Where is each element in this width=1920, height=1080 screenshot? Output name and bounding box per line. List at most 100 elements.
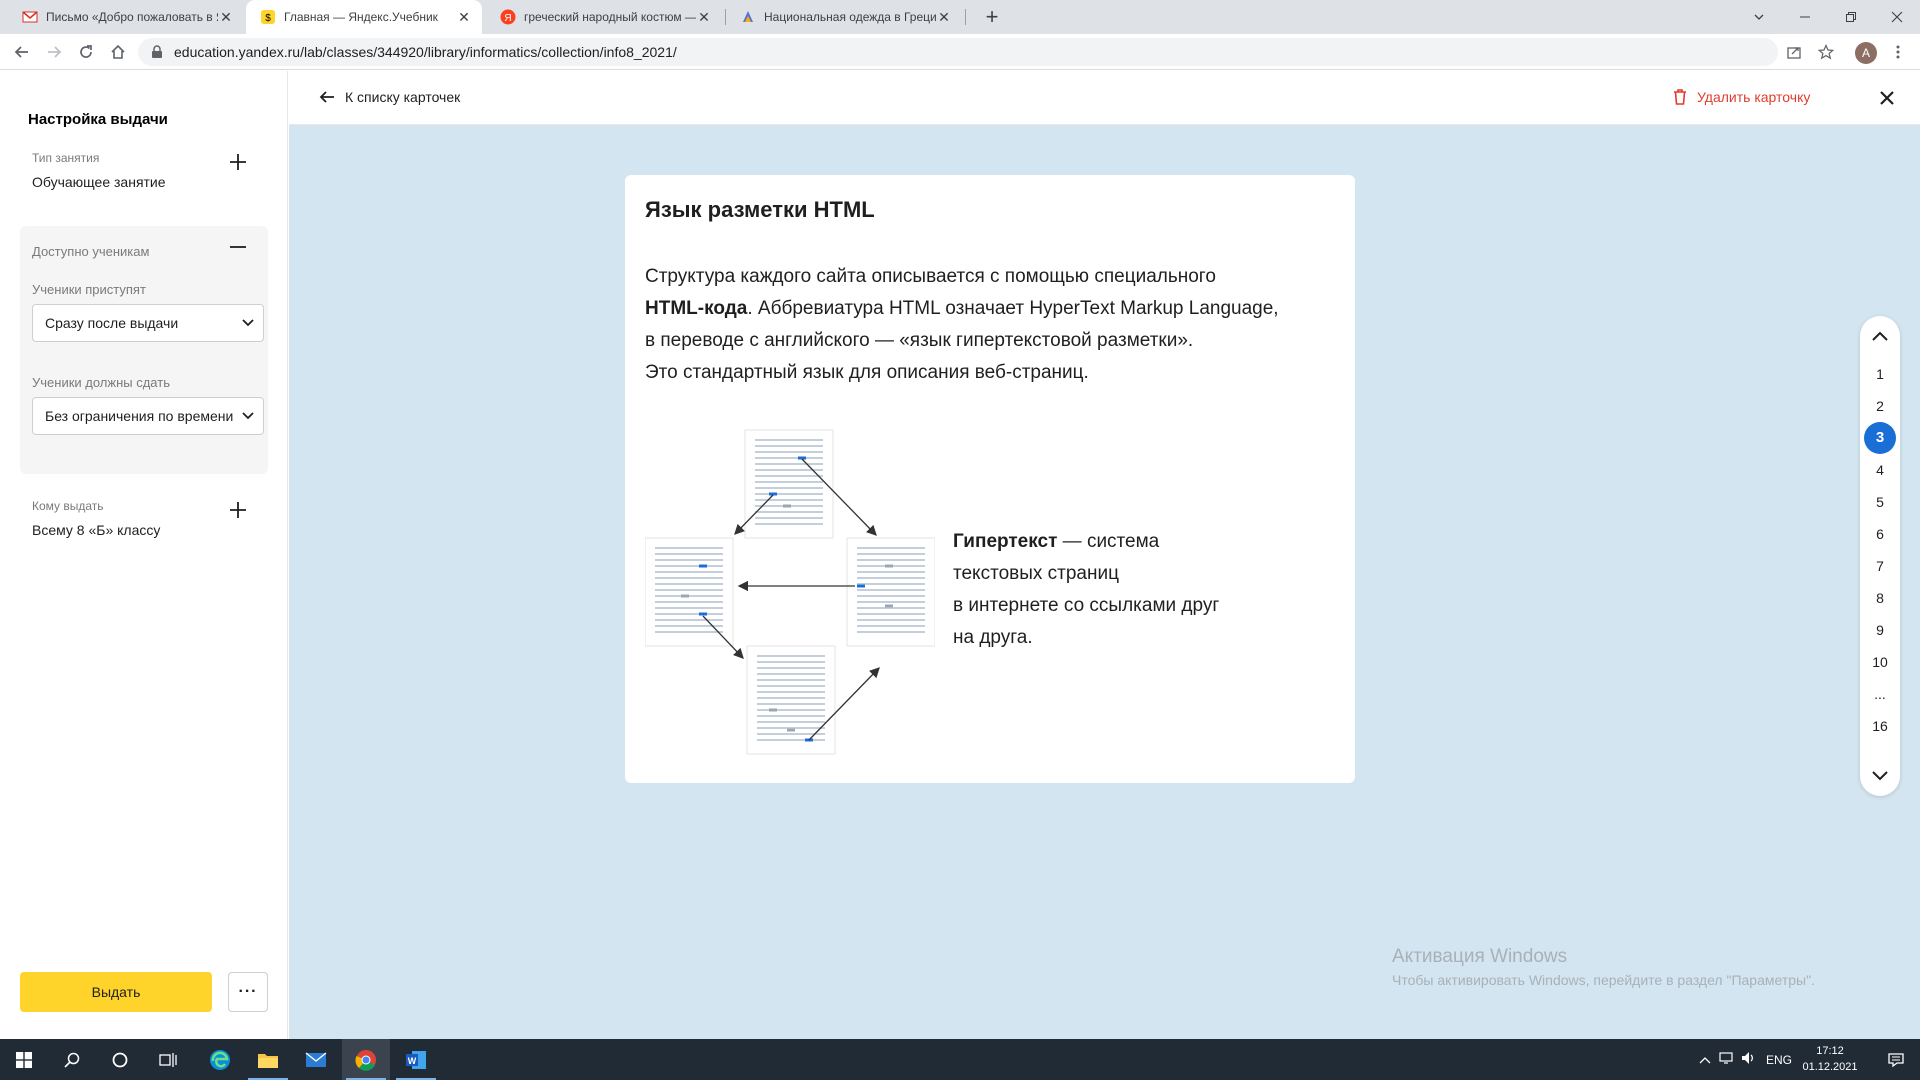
start-label: Ученики приступят [32, 282, 146, 297]
collapse-availability-button[interactable] [226, 238, 250, 262]
edge-icon[interactable] [196, 1039, 244, 1080]
tab-separator [965, 9, 966, 25]
yandex-uchebnik-icon: $ [261, 10, 275, 24]
close-icon[interactable]: ✕ [218, 9, 234, 26]
sidebar-title: Настройка выдачи [28, 111, 168, 128]
windows-activation-subtitle: Чтобы активировать Windows, перейдите в … [1392, 972, 1815, 988]
pager-page-5[interactable]: 5 [1860, 494, 1900, 510]
reload-icon[interactable] [72, 38, 100, 66]
share-icon[interactable] [1780, 38, 1808, 66]
close-icon[interactable]: ✕ [936, 9, 952, 26]
definition-line: на друга. [953, 627, 1033, 648]
system-tray: ENG [1694, 1039, 1798, 1080]
delete-card-label: Удалить карточку [1697, 89, 1811, 105]
settings-sidebar: Настройка выдачи Тип занятия Обучающее з… [0, 71, 288, 1039]
assignee-value: Всему 8 «Б» классу [32, 522, 161, 538]
tab-uchebnik[interactable]: $ Главная — Яндекс.Учебник ✕ [246, 0, 482, 34]
chevron-down-icon[interactable] [1868, 764, 1892, 788]
site-icon [743, 11, 753, 22]
language-indicator[interactable]: ENG [1760, 1053, 1798, 1067]
tab-national-clothes[interactable]: Национальная одежда в Греци ✕ [726, 0, 962, 34]
tab-title: Национальная одежда в Греци [764, 10, 936, 24]
pager-page-4[interactable]: 4 [1860, 462, 1900, 478]
minimize-icon[interactable] [1782, 0, 1828, 34]
card-pager: 1 2 3 4 5 6 7 8 9 10... 16 [1860, 316, 1900, 796]
lesson-card: Язык разметки HTML Структура каждого сай… [625, 175, 1355, 783]
restore-icon[interactable] [1828, 0, 1874, 34]
new-tab-button[interactable]: + [978, 4, 1006, 32]
definition-line: в интернете со ссылками друг [953, 595, 1220, 616]
mail-icon[interactable] [292, 1039, 340, 1080]
search-icon[interactable] [48, 1039, 96, 1080]
card-header: К списку карточек Удалить карточку [289, 71, 1920, 125]
hypertext-diagram [645, 429, 935, 755]
bookmark-star-icon[interactable] [1812, 38, 1840, 66]
paragraph-line: Это стандартный язык для описания веб-ст… [645, 362, 1089, 383]
task-view-icon[interactable] [144, 1039, 192, 1080]
add-assignee-button[interactable] [226, 501, 250, 525]
due-select-value: Без ограничения по времени [45, 408, 233, 424]
due-select[interactable]: Без ограничения по времени [32, 397, 264, 435]
kebab-menu-icon[interactable] [1884, 38, 1912, 66]
windows-start-icon[interactable] [0, 1039, 48, 1080]
address-bar[interactable]: education.yandex.ru/lab/classes/344920/l… [138, 38, 1778, 66]
start-select-value: Сразу после выдачи [45, 315, 179, 331]
assignee-label: Кому выдать [32, 499, 104, 513]
svg-text:$: $ [265, 13, 271, 24]
close-icon[interactable]: ✕ [456, 9, 472, 26]
paragraph-bold: HTML-кода [645, 298, 748, 319]
network-icon[interactable] [1716, 1051, 1738, 1068]
pager-page-3[interactable]: 3 [1864, 422, 1896, 454]
window-close-icon[interactable] [1874, 0, 1920, 34]
pager-page-6[interactable]: 6 [1860, 526, 1900, 542]
close-icon[interactable] [1874, 85, 1900, 111]
cortana-icon[interactable] [96, 1039, 144, 1080]
gmail-icon [22, 11, 38, 23]
hypertext-definition: Гипертекст — система текстовых страниц в… [953, 526, 1273, 654]
tab-mail[interactable]: Письмо «Добро пожаловать в Я ✕ [8, 0, 244, 34]
start-select[interactable]: Сразу после выдачи [32, 304, 264, 342]
more-options-button[interactable]: ··· [228, 972, 268, 1012]
definition-line: текстовых страниц [953, 563, 1119, 584]
profile-avatar[interactable]: A [1855, 42, 1877, 64]
svg-text:W: W [408, 1056, 417, 1066]
pager-page-10[interactable]: 10 [1860, 654, 1900, 670]
chevron-up-icon[interactable] [1694, 1053, 1716, 1067]
home-icon[interactable] [104, 38, 132, 66]
lesson-type-value: Обучающее занятие [32, 174, 166, 190]
page-right [846, 537, 935, 647]
pager-page-9[interactable]: 9 [1860, 622, 1900, 638]
pager-page-1[interactable]: 1 [1860, 366, 1900, 382]
pager-page-2[interactable]: 2 [1860, 398, 1900, 414]
chevron-down-icon [233, 319, 263, 327]
back-to-list-link[interactable]: К списку карточек [319, 88, 460, 106]
close-icon[interactable]: ✕ [696, 9, 712, 26]
hypertext-term: Гипертекст [953, 531, 1058, 552]
chrome-icon[interactable] [342, 1039, 390, 1080]
paragraph-line: в переводе с английского — «язык гиперте… [645, 330, 1194, 351]
definition-line: — система [1057, 531, 1160, 552]
notifications-icon[interactable] [1872, 1039, 1920, 1080]
tab-search-icon[interactable] [1736, 0, 1782, 34]
file-explorer-icon[interactable] [244, 1039, 292, 1080]
issue-button[interactable]: Выдать [20, 972, 212, 1012]
pager-page-16[interactable]: 16 [1860, 718, 1900, 734]
trash-icon [1674, 89, 1686, 105]
lock-icon[interactable] [150, 45, 164, 59]
volume-icon[interactable] [1738, 1051, 1760, 1068]
chevron-up-icon[interactable] [1868, 324, 1892, 348]
delete-card-button[interactable]: Удалить карточку [1673, 89, 1810, 105]
windows-activation-title: Активация Windows [1392, 946, 1568, 967]
pager-page-8[interactable]: 8 [1860, 590, 1900, 606]
word-icon[interactable]: W [392, 1039, 440, 1080]
tab-title: Главная — Яндекс.Учебник [284, 10, 438, 24]
taskbar-clock[interactable]: 17:12 01.12.2021 [1800, 1043, 1860, 1075]
availability-section: Доступно ученикам Ученики приступят Сраз… [20, 226, 268, 474]
back-arrow-icon[interactable] [8, 38, 36, 66]
add-lesson-type-button[interactable] [226, 153, 250, 177]
pager-page-7[interactable]: 7 [1860, 558, 1900, 574]
svg-text:Я: Я [504, 13, 511, 24]
tab-title: Письмо «Добро пожаловать в Я [46, 10, 218, 24]
tab-yandex-search[interactable]: Я греческий народный костюм — ✕ [486, 0, 722, 34]
forward-arrow-icon[interactable] [40, 38, 68, 66]
